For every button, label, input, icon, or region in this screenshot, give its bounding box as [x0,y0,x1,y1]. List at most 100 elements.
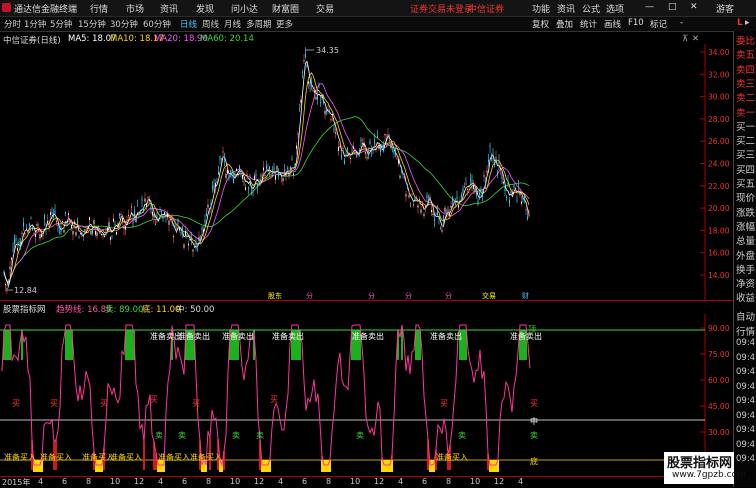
candle-body [44,214,45,220]
time-tick-label: 12 [254,477,265,486]
candle-body [327,109,329,112]
period-weekly[interactable]: 周线 [202,18,219,30]
indicator-tick: 60.00 [708,376,730,385]
login-notice[interactable]: 证券交易未登录 [410,2,473,15]
menu-ask[interactable]: 问小达 [231,2,258,15]
auto-quote-label: 行情 [736,326,756,338]
candle-body [164,212,165,215]
candle-body [77,220,78,224]
menu-quotes[interactable]: 行情 [90,2,108,15]
chart-close-icon[interactable]: ✕ [692,34,699,44]
menu-arrow-icon[interactable]: ▸ [745,18,750,28]
candle-body [113,218,114,222]
candle-body [26,228,27,230]
candle-body [288,172,290,177]
candle-body [290,166,291,172]
f10-button[interactable]: F10 [628,18,644,28]
close-icon[interactable]: ✕ [690,2,698,12]
candle-body [270,173,272,175]
candle-body [351,149,353,151]
menu-options[interactable]: 选项 [606,2,624,15]
candle-body [122,217,123,222]
candle-body [261,174,263,177]
time-tick-label: 6 [62,477,68,486]
candle-body [509,200,510,204]
sell-tag: 卖 [232,431,240,440]
app-logo-icon [2,3,11,12]
menu-trade[interactable]: 交易 [316,2,334,15]
bottom-bar [431,460,433,472]
candle-body [3,271,5,272]
candle-body [377,135,378,137]
period-15min[interactable]: 15分钟 [78,18,106,30]
candle-body [383,145,384,149]
stats-button[interactable]: 统计 [580,18,597,30]
candle-body [389,140,390,142]
period-monthly[interactable]: 月线 [224,18,241,30]
candle-body [6,287,8,289]
candle-body [359,150,360,152]
maximize-icon[interactable]: □ [668,2,677,12]
candle-body [126,221,128,223]
marker-4: 分 [405,291,412,300]
period-more[interactable]: 更多 [276,18,293,30]
menu-wealth[interactable]: 财富圈 [272,2,299,15]
overlay-button[interactable]: 叠加 [556,18,573,30]
level-icon[interactable]: L [737,18,743,28]
period-tick[interactable]: 分时 [4,18,21,30]
draw-button[interactable]: 画线 [604,18,621,30]
menu-info[interactable]: 资讯 [557,2,575,15]
candle-body [203,229,204,233]
adjust-button[interactable]: 复权 [532,18,549,30]
broker-name[interactable]: 中信证券 [468,2,504,15]
watermark-title: 股票指标网 [667,456,733,471]
candle-body [305,53,306,57]
chart-up-icon[interactable]: ⊼ [682,34,688,44]
sell-signal-label: 准备卖出 [272,331,304,341]
candle-body [380,147,381,152]
time-tick-label: 6 [302,477,308,486]
menu-function[interactable]: 功能 [532,2,550,15]
bottom-bar [321,460,323,472]
period-30min[interactable]: 30分钟 [110,18,138,30]
candle-body [117,223,119,228]
candle-body [47,220,48,223]
minimize-icon[interactable]: — [645,2,654,12]
candle-body [405,194,407,197]
menu-market[interactable]: 市场 [126,2,144,15]
candle-body [438,216,440,219]
candle-body [486,170,488,173]
menu-news[interactable]: 资讯 [160,2,178,15]
candle-body [128,215,129,216]
candle-body [224,156,225,160]
candle-body [93,220,95,225]
candle-body [423,214,425,217]
buy-tag: 买 [150,395,158,404]
period-daily[interactable]: 日线 [180,18,197,30]
candle-body [42,235,44,237]
user-guest[interactable]: 游客 [716,2,734,15]
menu-discover[interactable]: 发现 [196,2,214,15]
candle-body [173,236,174,238]
candle-body [119,213,120,216]
price-tick: 28.00 [708,115,730,124]
candle-body [311,81,312,87]
candle-body [515,188,516,189]
period-5min[interactable]: 5分钟 [50,18,72,30]
candle-body [83,235,84,237]
mark-button[interactable]: 标记 [650,18,667,30]
candle-body [390,144,392,149]
candle-body [299,109,300,111]
price-chart: 34.00 32.00 30.00 28.00 26.00 24.00 22.00 20.00… [3,44,730,300]
candle-body [8,285,9,287]
period-1min[interactable]: 1分钟 [24,18,46,30]
candle-body [302,71,303,73]
period-multi[interactable]: 多周期 [246,18,272,30]
candle-body [89,217,90,221]
buy-signal-label: 准备买入 [436,452,468,462]
collapse-button[interactable]: - [680,18,683,28]
candle-body [227,169,228,174]
period-60min[interactable]: 60分钟 [143,18,171,30]
menu-formula[interactable]: 公式 [582,2,600,15]
candle-body [149,199,150,202]
